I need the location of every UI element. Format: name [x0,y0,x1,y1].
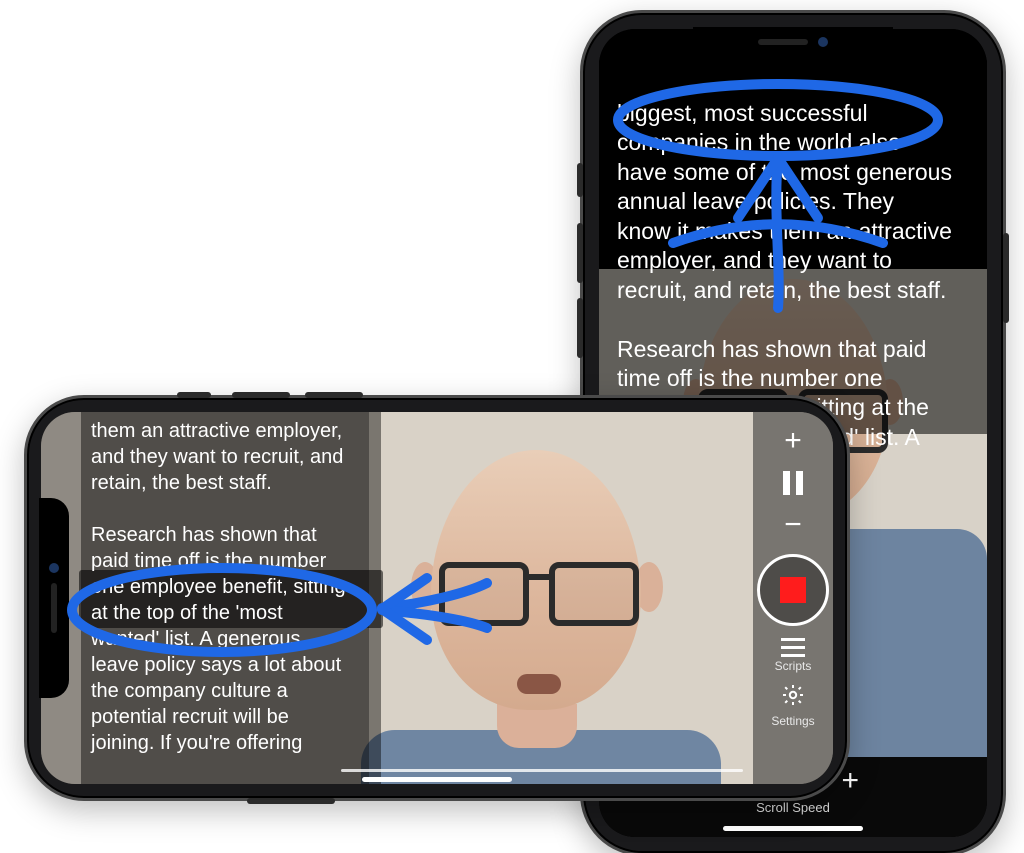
side-toolbar: + − Scripts Settings [753,412,833,784]
script-line: and they want to recruit, and [91,446,343,468]
script-line: wanted' list. A generous [91,628,301,650]
side-button [577,163,583,197]
script-line: have some of the most generous [617,159,952,185]
phone-notch [693,27,893,57]
power-button [247,798,335,804]
scroll-speed-label: Scroll Speed [756,800,830,815]
scroll-speed-decrease-button[interactable]: − [753,504,833,546]
script-line: them an attractive employer, [91,420,342,442]
script-line: potential recruit will be [91,706,289,728]
scripts-label: Scripts [775,659,812,673]
home-indicator[interactable] [362,777,512,782]
record-stop-button[interactable] [757,554,829,626]
script-line: joining. If you're offering [91,732,302,754]
scroll-speed-increase-button[interactable]: + [753,420,833,462]
side-button [177,392,211,398]
settings-label: Settings [771,714,814,728]
script-line: the company culture a [91,680,288,702]
phone-landscape-frame: them an attractive employer, and they wa… [24,395,850,801]
script-line: one employee benefit, sitting [91,576,346,598]
stop-icon [780,577,806,603]
playback-progress[interactable] [341,769,743,772]
volume-up-button [232,392,290,398]
script-line: recruit, and retain, the best staff. [617,277,946,303]
teleprompter-script[interactable]: biggest, most successful companies in th… [599,59,987,434]
script-line: paid time off is the number [91,550,326,572]
script-line: companies in the world also [617,129,901,155]
script-line: leave policy says a lot about [91,654,341,676]
volume-up-button [577,223,583,283]
glasses-icon [439,562,639,620]
scroll-speed-increase-button[interactable]: + [842,764,860,798]
pause-button[interactable] [753,462,833,504]
phone-notch [39,498,69,698]
script-line: know it makes them an attractive [617,218,952,244]
script-line: biggest, most successful [617,100,868,126]
script-line: Research has shown that paid [617,336,926,362]
volume-down-button [577,298,583,358]
script-line: time off is the number one [617,365,883,391]
script-line: employer, and they want to [617,247,892,273]
script-line: at the top of the 'most [91,602,283,624]
power-button [1003,233,1009,323]
phone-landscape-screen: them an attractive employer, and they wa… [41,412,833,784]
settings-button[interactable] [781,683,805,712]
teleprompter-script[interactable]: them an attractive employer, and they wa… [81,412,381,784]
gear-icon [781,683,805,707]
script-line: Research has shown that [91,524,317,546]
script-line: annual leave policies. They [617,188,894,214]
home-indicator[interactable] [723,826,863,831]
volume-down-button [305,392,363,398]
script-line: retain, the best staff. [91,472,272,494]
scripts-menu-icon[interactable] [781,638,805,657]
